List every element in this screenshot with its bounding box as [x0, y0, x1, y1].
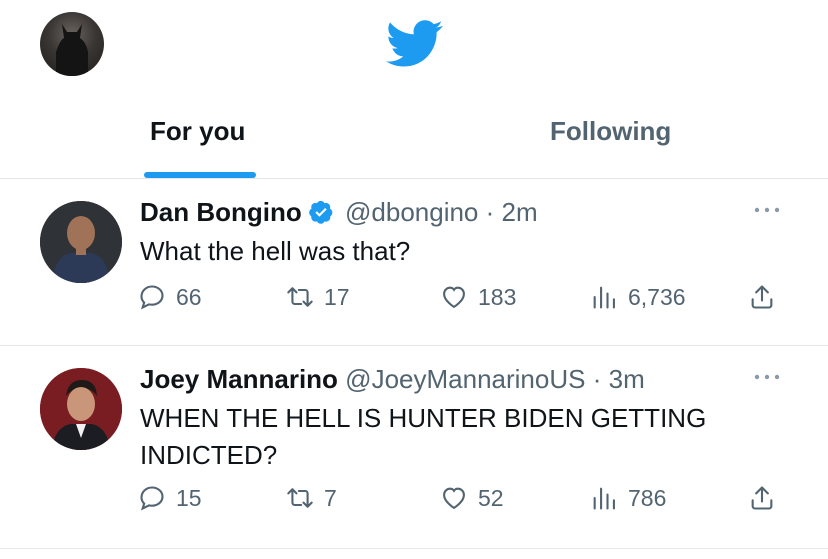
- retweet-icon: [287, 488, 313, 508]
- active-tab-indicator: [144, 172, 256, 178]
- tweet-actions: 15 7 52 786: [0, 478, 828, 518]
- reply-count: 15: [176, 484, 202, 511]
- reply-button[interactable]: 66: [138, 277, 202, 317]
- share-icon: [751, 486, 773, 510]
- share-button[interactable]: [748, 277, 776, 317]
- like-count: 183: [478, 283, 517, 310]
- tweet-time[interactable]: 2m: [502, 197, 538, 227]
- top-bar: [0, 0, 828, 90]
- tweet-header: Dan Bongino @dbongino · 2m: [140, 197, 538, 228]
- tweet-header: Joey Mannarino @JoeyMannarinoUS · 3m: [140, 364, 645, 395]
- reply-button[interactable]: 15: [138, 478, 202, 518]
- views-count: 6,736: [628, 283, 686, 310]
- tab-for-you[interactable]: For you: [150, 116, 245, 178]
- author-handle[interactable]: @JoeyMannarinoUS: [345, 364, 585, 394]
- avatar[interactable]: [40, 201, 122, 283]
- tweet[interactable]: Dan Bongino @dbongino · 2m What the hell…: [0, 179, 828, 346]
- retweet-count: 17: [324, 283, 350, 310]
- tweet-actions: 66 17 183 6,736: [0, 277, 828, 317]
- tweet-time[interactable]: 3m: [609, 364, 645, 394]
- views-chart-icon: [593, 487, 615, 510]
- verified-badge-icon: [308, 200, 333, 224]
- views-count: 786: [628, 484, 667, 511]
- more-dots-icon[interactable]: [752, 205, 782, 215]
- heart-icon: [443, 286, 465, 309]
- share-icon: [751, 285, 773, 309]
- like-count: 52: [478, 484, 504, 511]
- views-button[interactable]: 6,736: [590, 277, 686, 317]
- reply-count: 66: [176, 283, 202, 310]
- views-button[interactable]: 786: [590, 478, 666, 518]
- more-dots-icon[interactable]: [752, 372, 782, 382]
- profile-avatar[interactable]: [40, 12, 104, 76]
- tweet[interactable]: Joey Mannarino @JoeyMannarinoUS · 3m WHE…: [0, 346, 828, 549]
- share-button[interactable]: [748, 478, 776, 518]
- author-name[interactable]: Joey Mannarino: [140, 364, 338, 394]
- retweet-count: 7: [324, 484, 337, 511]
- like-button[interactable]: 52: [440, 478, 504, 518]
- heart-icon: [443, 487, 465, 510]
- reply-icon: [140, 285, 164, 310]
- tweet-text: What the hell was that?: [140, 236, 411, 266]
- separator-dot: ·: [485, 197, 495, 227]
- retweet-button[interactable]: 17: [286, 277, 350, 317]
- like-button[interactable]: 183: [440, 277, 516, 317]
- author-name[interactable]: Dan Bongino: [140, 197, 302, 227]
- retweet-button[interactable]: 7: [286, 478, 337, 518]
- twitter-bird-icon[interactable]: [386, 20, 444, 68]
- author-handle[interactable]: @dbongino: [345, 197, 478, 227]
- tweet-text: WHEN THE HELL IS HUNTER BIDEN GETTING IN…: [140, 403, 707, 470]
- separator-dot: ·: [592, 364, 602, 394]
- avatar[interactable]: [40, 368, 122, 450]
- timeline-tabs: For you Following: [0, 90, 828, 179]
- reply-icon: [140, 486, 164, 511]
- retweet-icon: [287, 287, 313, 307]
- views-chart-icon: [593, 286, 615, 309]
- tab-following[interactable]: Following: [550, 116, 671, 178]
